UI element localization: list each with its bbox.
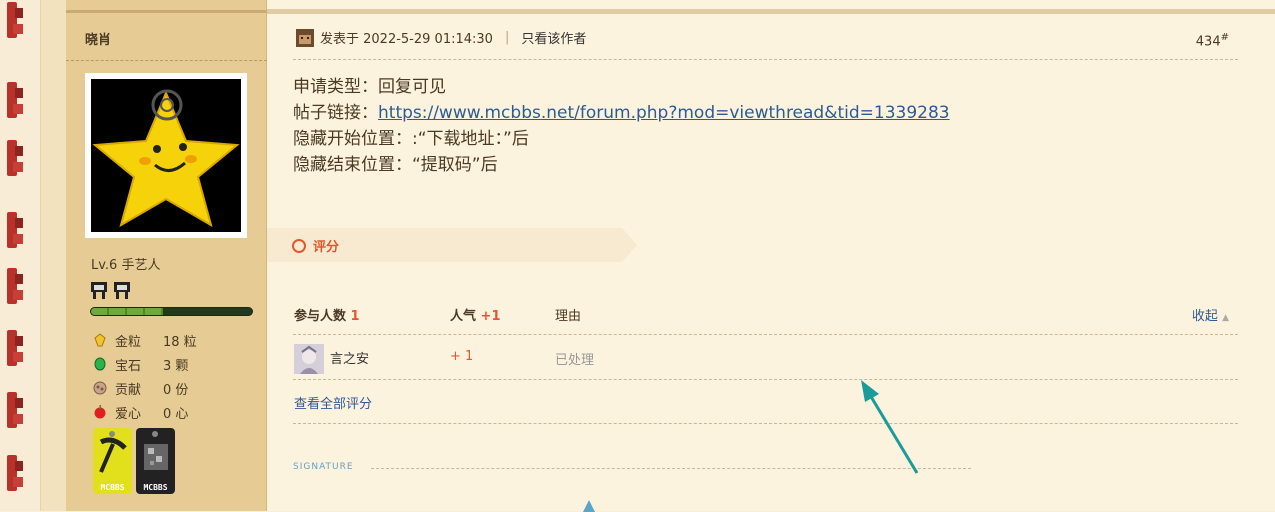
column-bar — [40, 0, 66, 511]
line-label: 隐藏结束位置： — [293, 155, 412, 175]
post-content: 申请类型：回复可见 帖子链接：https://www.mcbbs.net/for… — [293, 74, 950, 178]
rater-name[interactable]: 言之安 — [330, 348, 369, 367]
level-icons — [90, 280, 131, 300]
content-line: 帖子链接：https://www.mcbbs.net/forum.php?mod… — [293, 100, 950, 126]
separator: | — [504, 30, 510, 45]
divider — [66, 10, 267, 13]
starfy-avatar-icon — [91, 79, 241, 232]
user-level: Lv.6 手艺人 — [91, 258, 161, 273]
collapse-label: 收起 — [1191, 309, 1218, 324]
rater-reason: 已处理 — [555, 353, 595, 368]
author-sidebar: 晓肖 Lv.6 手艺人 金粒 18 粒 宝石 3 颗 贡献 0 份 爱心 0 心… — [66, 0, 267, 511]
divider — [66, 60, 267, 61]
collapse-button[interactable]: 收起 ▲ — [1192, 305, 1229, 324]
divider — [293, 59, 1238, 60]
stat-value: 0 份 — [163, 382, 189, 398]
anvil-icon — [91, 282, 107, 299]
popularity-value: +1 — [480, 309, 501, 324]
annotation-arrow-tip-icon — [583, 500, 595, 512]
post-time: 发表于 2022-5-29 01:14:30 — [320, 32, 493, 47]
line-label: 申请类型： — [293, 77, 378, 97]
divider — [293, 423, 1238, 424]
signature-label: SIGNATURE — [293, 462, 354, 472]
rope-decoration — [7, 212, 23, 248]
level-progress-bar — [90, 307, 253, 316]
floor-number[interactable]: 434# — [1196, 32, 1229, 49]
rater-score: + 1 — [450, 349, 474, 364]
line-value: 回复可见 — [378, 77, 446, 97]
stat-love: 爱心 0 心 — [93, 400, 197, 424]
stat-label: 贡献 — [115, 382, 142, 398]
apple-heart-icon — [94, 405, 106, 419]
stat-label: 金粒 — [115, 334, 142, 350]
level-progress-fill — [91, 308, 164, 315]
rope-decoration — [7, 140, 23, 176]
content-line: 申请类型：回复可见 — [293, 74, 950, 100]
rating-header: 评分 — [267, 228, 637, 262]
rope-decoration — [7, 330, 23, 366]
line-value: :“下载地址：”后 — [412, 129, 529, 149]
divider — [293, 334, 1238, 335]
rope-decoration — [7, 82, 23, 118]
participants-header: 参与人数 1 — [294, 305, 360, 324]
user-stats: 金粒 18 粒 宝石 3 颗 贡献 0 份 爱心 0 心 — [93, 328, 197, 424]
left-decoration — [0, 0, 66, 511]
stat-value: 3 颗 — [163, 358, 189, 374]
rope-decoration — [7, 392, 23, 428]
rating-circle-icon — [292, 239, 306, 253]
line-value: “提取码”后 — [412, 155, 498, 175]
contribution-icon — [93, 381, 107, 395]
line-label: 隐藏开始位置： — [293, 129, 412, 149]
stat-gold: 金粒 18 粒 — [93, 328, 197, 352]
popularity-label: 人气 — [450, 309, 477, 324]
collapse-arrow-icon: ▲ — [1222, 313, 1229, 323]
floor-value: 434 — [1195, 34, 1221, 50]
stat-label: 爱心 — [115, 406, 142, 422]
content-line: 隐藏结束位置：“提取码”后 — [293, 152, 950, 178]
participants-count: 1 — [350, 309, 360, 324]
stat-gem: 宝石 3 颗 — [93, 352, 197, 376]
line-label: 帖子链接： — [293, 103, 378, 123]
rope-decoration — [7, 455, 23, 491]
view-all-ratings-link[interactable]: 查看全部评分 — [294, 393, 372, 412]
ore-medal-icon[interactable]: MCBBS — [136, 428, 175, 494]
floor-suffix: # — [1220, 32, 1229, 43]
post-author-icon — [296, 28, 314, 47]
divider — [293, 379, 1238, 380]
participants-label: 参与人数 — [294, 309, 347, 324]
anvil-icon — [114, 282, 130, 299]
author-name[interactable]: 晓肖 — [85, 29, 111, 48]
annotation-arrow-icon — [861, 380, 919, 474]
content-line: 隐藏开始位置：:“下载地址：”后 — [293, 126, 950, 152]
reason-header: 理由 — [555, 309, 582, 324]
thread-link[interactable]: https://www.mcbbs.net/forum.php?mod=view… — [378, 103, 950, 123]
medals: MCBBS MCBBS — [93, 428, 175, 494]
pickaxe-medal-icon[interactable]: MCBBS — [93, 428, 132, 494]
rating-title: 评分 — [313, 240, 340, 255]
rope-decoration — [7, 2, 23, 38]
author-only-link[interactable]: 只看该作者 — [521, 28, 586, 47]
rope-decoration — [7, 268, 23, 304]
rating-row: 言之安 + 1 已处理 — [294, 342, 1239, 374]
divider — [267, 9, 1275, 14]
stat-value: 0 心 — [163, 406, 189, 422]
stat-contribution: 贡献 0 份 — [93, 376, 197, 400]
popularity-header: 人气 +1 — [450, 305, 501, 324]
stat-value: 18 粒 — [163, 334, 197, 350]
rater-avatar[interactable] — [294, 344, 324, 374]
avatar[interactable] — [85, 73, 247, 238]
gold-nugget-icon — [94, 333, 106, 347]
stat-label: 宝石 — [115, 358, 142, 374]
post-header: 发表于 2022-5-29 01:14:30 | 只看该作者 — [296, 28, 586, 47]
post-main: 发表于 2022-5-29 01:14:30 | 只看该作者 434# 申请类型… — [267, 0, 1275, 512]
emerald-icon — [94, 357, 106, 371]
